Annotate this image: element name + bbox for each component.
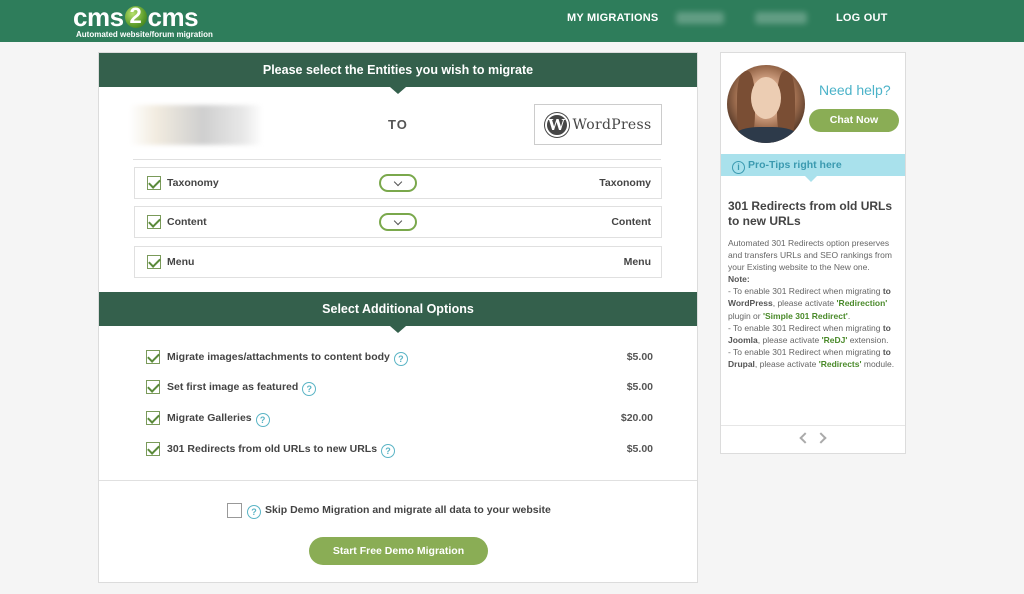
need-help-heading: Need help? [819,82,891,98]
tip-intro: Automated 301 Redirects option preserves… [728,238,892,273]
help-icon[interactable]: ? [302,382,317,396]
entity-row-menu: Menu Menu [134,246,662,278]
option-label: Migrate Galleries [167,412,252,424]
logo-globe-icon [124,2,147,30]
divider [133,159,661,160]
logo-wordmark: cmscms [73,2,213,32]
tip-plugin-link[interactable]: 'Redirects' [819,359,862,369]
entity-target-label: Menu [623,256,651,268]
entity-row-content: Content Content [134,206,662,238]
wordpress-logo-text: WordPress [572,116,652,133]
protips-label: Pro-Tips right here [748,159,842,171]
tip-body: Automated 301 Redirects option preserves… [728,237,904,370]
tip-text: plugin or [728,310,763,321]
tip-text: , please activate [757,334,822,345]
help-sidebar: Need help? Chat Now i Pro-Tips right here… [720,52,906,454]
logo-text-left: cms [73,2,124,32]
tip-plugin-link[interactable]: 'ReDJ' [822,335,848,345]
menu-checkbox[interactable] [147,255,161,269]
tips-pager [721,425,905,453]
info-icon: i [732,161,745,174]
tip-plugin-link[interactable]: 'Redirection' [837,298,888,308]
tip-plugin-link[interactable]: 'Simple 301 Redirect' [763,311,848,321]
cms2cms-logo[interactable]: cmscms Automated website/forum migration [73,2,213,39]
divider [99,480,697,481]
taxonomy-checkbox[interactable] [147,176,161,190]
option-row-redirects: 301 Redirects from old URLs to new URLs?… [146,440,656,460]
top-navigation-bar: cmscms Automated website/forum migration… [0,0,1024,42]
options-section-header: Select Additional Options [99,292,697,333]
featured-option-checkbox[interactable] [146,380,160,394]
tip-text: . [847,310,851,321]
entity-label: Taxonomy [167,177,219,189]
help-icon[interactable]: ? [393,352,408,366]
nav-blurred-link-2[interactable] [755,12,807,24]
chevron-left-icon[interactable] [799,432,811,444]
help-icon[interactable]: ? [247,505,261,519]
option-price: $20.00 [620,412,653,424]
option-label: Set first image as featured [167,381,299,393]
help-icon[interactable]: ? [381,444,396,458]
entity-label: Menu [167,256,195,268]
tip-text: , please activate [754,358,819,369]
option-label: 301 Redirects from old URLs to new URLs [167,443,378,455]
entity-target-label: Content [611,216,651,228]
tip-text: module. [861,358,895,369]
option-price: $5.00 [626,351,653,363]
wordpress-icon: W [544,112,569,137]
option-row-galleries: Migrate Galleries? $20.00 [146,409,656,429]
images-option-checkbox[interactable] [146,350,160,364]
chevron-right-icon[interactable] [815,432,827,444]
source-platform-logo [129,105,263,145]
skip-demo-checkbox[interactable] [227,503,242,518]
support-agent-avatar [727,65,805,143]
to-label: TO [388,117,408,132]
expand-toggle-button[interactable] [379,174,417,192]
nav-my-migrations[interactable]: MY MIGRATIONS [567,12,658,24]
tip-text: - To enable 301 Redirect when migrating [728,322,883,333]
expand-toggle-button[interactable] [379,213,417,231]
wordpress-logo: W WordPress [534,104,662,145]
redirects-option-checkbox[interactable] [146,442,160,456]
content-checkbox[interactable] [147,215,161,229]
entities-section-header: Please select the Entities you wish to m… [99,53,697,94]
option-price: $5.00 [626,443,653,455]
option-price: $5.00 [626,381,653,393]
tip-text: - To enable 301 Redirect when migrating [728,346,883,357]
option-label: Migrate images/attachments to content bo… [167,351,390,363]
start-free-demo-migration-button[interactable]: Start Free Demo Migration [309,537,488,565]
logo-text-right: cms [147,2,199,32]
logo-tagline: Automated website/forum migration [76,30,213,39]
tip-text: - To enable 301 Redirect when migrating [728,286,883,297]
option-row-featured: Set first image as featured? $5.00 [146,378,656,398]
protips-banner: i Pro-Tips right here [721,154,905,182]
entity-label: Content [167,216,207,228]
nav-log-out[interactable]: LOG OUT [836,12,888,24]
tip-text: extension. [847,334,889,345]
galleries-option-checkbox[interactable] [146,411,160,425]
note-label: Note: [728,274,750,285]
option-row-images: Migrate images/attachments to content bo… [146,348,656,368]
skip-demo-label: Skip Demo Migration and migrate all data… [265,504,551,516]
skip-demo-row: ? Skip Demo Migration and migrate all dat… [227,501,587,521]
help-icon[interactable]: ? [255,413,270,427]
entity-row-taxonomy: Taxonomy Taxonomy [134,167,662,199]
migration-panel: Please select the Entities you wish to m… [98,52,698,583]
entity-target-label: Taxonomy [599,177,651,189]
tip-text: , please activate [772,298,837,309]
chat-now-button[interactable]: Chat Now [809,109,899,132]
nav-blurred-link-1[interactable] [676,12,724,24]
tip-title: 301 Redirects from old URLs to new URLs [728,199,893,228]
